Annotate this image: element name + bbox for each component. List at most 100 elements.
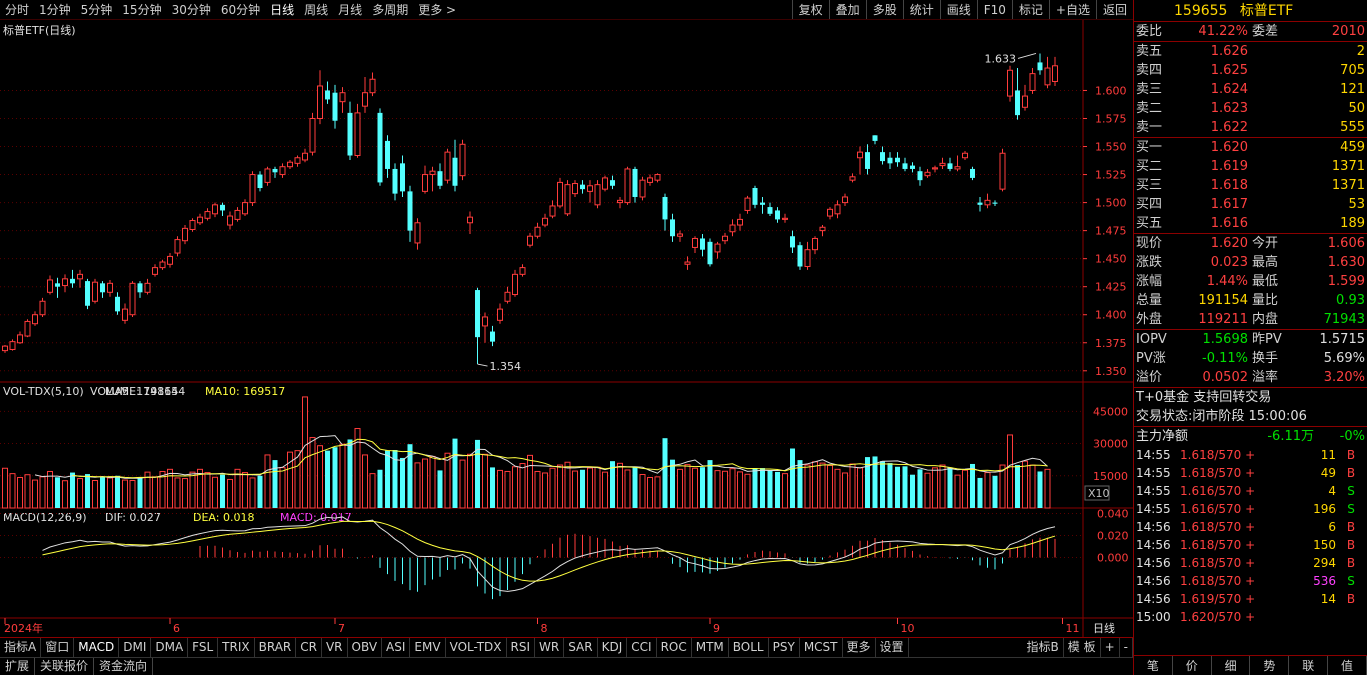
quote-tab-3[interactable]: 势: [1250, 656, 1290, 675]
volume-bar-up: [932, 467, 938, 509]
indicator-tab-11[interactable]: ASI: [382, 638, 411, 657]
quote-tab-4[interactable]: 联: [1289, 656, 1329, 675]
indicator-tab-25[interactable]: 设置: [876, 638, 909, 657]
asks-price: 1.624: [1210, 82, 1248, 97]
indicator-tab-15[interactable]: WR: [535, 638, 565, 657]
timeframe-0[interactable]: 分时: [0, 0, 34, 19]
xaxis-label-2: 7: [338, 622, 345, 635]
tool-button-8[interactable]: 返回: [1095, 0, 1133, 19]
volume-bar-up: [729, 468, 736, 509]
indicator-tab-2[interactable]: MACD: [74, 638, 120, 657]
tick-row[interactable]: 14:56 1.618/570 + 6 B: [1134, 518, 1367, 536]
candle-up: [189, 220, 196, 231]
indicator-tab-21[interactable]: BOLL: [729, 638, 769, 657]
chart-area[interactable]: 1.350 1.375 1.400 1.425 1.450 1.475 1.500 1.525…: [0, 20, 1133, 637]
volume-bar-up: [9, 473, 16, 509]
indicator-tab-9[interactable]: VR: [322, 638, 348, 657]
quote-tab-2[interactable]: 细: [1212, 656, 1251, 675]
timeframe-9[interactable]: 多周期: [367, 0, 413, 19]
volume-bar-down: [272, 460, 278, 508]
indicator-tab-17[interactable]: KDJ: [598, 638, 628, 657]
indicator-tab-18[interactable]: CCI: [627, 638, 657, 657]
tool-button-6[interactable]: 标记: [1011, 0, 1049, 19]
volume-bar-up: [804, 464, 811, 509]
indicator-tab-5[interactable]: FSL: [188, 638, 219, 657]
extension-bar: 扩展 关联报价 资金流向: [0, 657, 1133, 675]
tool-button-5[interactable]: F10: [976, 0, 1012, 19]
price-tick-label: 1.425: [1095, 281, 1127, 294]
volume-bar-up: [2, 467, 8, 509]
candle-up: [782, 217, 788, 220]
tick-row[interactable]: 14:56 1.618/570 + 294 B: [1134, 554, 1367, 572]
asks-volume: 50: [1348, 101, 1365, 116]
candle-up: [834, 204, 841, 215]
indicator-tab-7[interactable]: BRAR: [255, 638, 297, 657]
indicator-right-3[interactable]: -: [1120, 638, 1133, 657]
timeframe-10[interactable]: 更多 >: [413, 0, 461, 19]
tool-button-1[interactable]: 叠加: [828, 0, 866, 19]
candle-up: [602, 177, 608, 190]
kline-chart[interactable]: 1.350 1.375 1.400 1.425 1.450 1.475 1.500 1.525…: [0, 20, 1133, 637]
indicator-tab-13[interactable]: VOL-TDX: [446, 638, 507, 657]
tick-row[interactable]: 14:56 1.618/570 + 536 S: [1134, 572, 1367, 590]
indicator-tab-20[interactable]: MTM: [692, 638, 729, 657]
timeframe-8[interactable]: 月线: [333, 0, 367, 19]
tick-row[interactable]: 14:56 1.618/570 + 150 B: [1134, 536, 1367, 554]
tick-side: B: [1346, 556, 1356, 570]
timeframe-6[interactable]: 日线: [265, 0, 299, 19]
indicator-tab-24[interactable]: 更多: [843, 638, 876, 657]
quote-tab-1[interactable]: 价: [1173, 656, 1212, 675]
tick-row[interactable]: 14:55 1.618/570 + 49 B: [1134, 464, 1367, 482]
indicator-tab-10[interactable]: OBV: [348, 638, 383, 657]
tick-volume: 150: [1313, 538, 1336, 552]
volume-bar-down: [880, 461, 885, 508]
volume-bar-up: [294, 450, 301, 509]
volume-bar-up: [834, 468, 841, 509]
tick-row[interactable]: 14:55 1.616/570 + 4 S: [1134, 482, 1367, 500]
indicator-tab-0[interactable]: 指标A: [0, 638, 42, 657]
indicator-tab-12[interactable]: EMV: [410, 638, 446, 657]
timeframe-5[interactable]: 60分钟: [216, 0, 265, 19]
indicator-right-0[interactable]: 指标B: [1023, 638, 1064, 657]
quote-tab-0[interactable]: 笔: [1134, 656, 1173, 675]
extension-tab-2[interactable]: 资金流向: [94, 658, 154, 675]
candle-up: [497, 308, 503, 321]
indicator-tab-3[interactable]: DMI: [119, 638, 152, 657]
indicator-right-2[interactable]: +: [1101, 638, 1120, 657]
extension-tab-0[interactable]: 扩展: [0, 658, 36, 675]
tick-row[interactable]: 14:56 1.619/570 + 14 B: [1134, 590, 1367, 608]
candle-up: [812, 237, 818, 251]
timeframe-1[interactable]: 1分钟: [34, 0, 76, 19]
volume-bar-up: [639, 473, 646, 509]
timeframe-2[interactable]: 5分钟: [76, 0, 118, 19]
tool-button-0[interactable]: 复权: [791, 0, 829, 19]
indicator-tab-14[interactable]: RSI: [507, 638, 536, 657]
extension-tab-1[interactable]: 关联报价: [35, 658, 95, 675]
indicator-tab-23[interactable]: MCST: [800, 638, 843, 657]
tool-button-2[interactable]: 多股: [865, 0, 903, 19]
indicator-right-1[interactable]: 模 板: [1064, 638, 1101, 657]
candle-down: [970, 168, 975, 178]
candle-down: [910, 165, 915, 169]
indicator-tab-4[interactable]: DMA: [151, 638, 189, 657]
stats-label-a: 涨跌: [1136, 255, 1163, 270]
tool-button-4[interactable]: 画线: [939, 0, 977, 19]
indicator-tab-22[interactable]: PSY: [769, 638, 800, 657]
quote-tab-5[interactable]: 值: [1328, 656, 1367, 675]
indicator-tab-16[interactable]: SAR: [564, 638, 598, 657]
tool-button-7[interactable]: +自选: [1048, 0, 1096, 19]
extension-list: 扩展 关联报价 资金流向: [0, 658, 154, 675]
indicator-tab-19[interactable]: ROC: [657, 638, 692, 657]
period-toolbar: 分时 1分钟 5分钟 15分钟 30分钟 60分钟 日线 周线 月线 多周期 更多 > 复权 叠加 多股…: [0, 0, 1133, 20]
tick-row[interactable]: 15:00 1.620/570 +: [1134, 608, 1367, 626]
tick-list[interactable]: 14:55 1.618/570 +11 B 14:55 1.618/570 +49 B 14…: [1134, 446, 1367, 626]
indicator-tab-8[interactable]: CR: [296, 638, 322, 657]
timeframe-7[interactable]: 周线: [299, 0, 333, 19]
timeframe-3[interactable]: 15分钟: [117, 0, 166, 19]
tick-row[interactable]: 14:55 1.618/570 + 11 B: [1134, 446, 1367, 464]
timeframe-4[interactable]: 30分钟: [167, 0, 216, 19]
indicator-tab-6[interactable]: TRIX: [218, 638, 255, 657]
tool-button-3[interactable]: 统计: [902, 0, 940, 19]
indicator-tab-1[interactable]: 窗口: [41, 638, 75, 657]
tick-row[interactable]: 14:55 1.616/570 + 196 S: [1134, 500, 1367, 518]
